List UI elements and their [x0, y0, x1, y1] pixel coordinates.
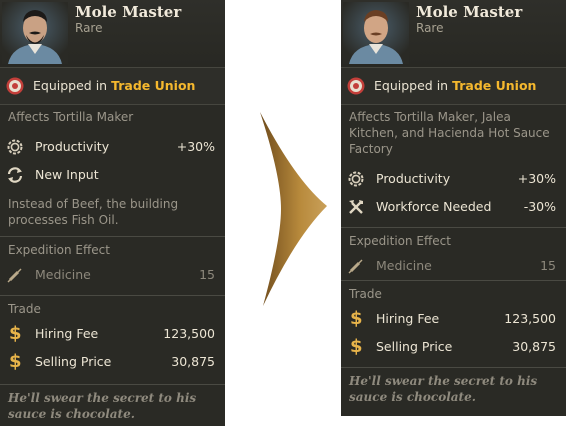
equipped-prefix: Equipped in	[33, 78, 112, 93]
specialist-rarity: Rare	[75, 21, 103, 35]
effect-row-new-input: New Input	[0, 161, 225, 189]
specialist-card-after: Mole Master Rare Equipped in Trade Union…	[341, 0, 566, 416]
portrait-avatar	[2, 2, 68, 64]
expedition-section: Expedition Effect Medicine 15	[341, 227, 566, 280]
equipped-text: Equipped in Trade Union	[374, 78, 536, 93]
trade-row-hiring-fee: $ Hiring Fee 123,500	[341, 305, 566, 333]
expedition-title: Expedition Effect	[349, 234, 451, 248]
trade-union-badge-icon	[6, 77, 24, 95]
trade-title: Trade	[8, 302, 41, 316]
expedition-label: Medicine	[376, 258, 432, 273]
trade-union-badge-icon	[347, 77, 365, 95]
trade-row-hiring-fee: $ Hiring Fee 123,500	[0, 320, 225, 348]
trade-value: 30,875	[512, 339, 556, 354]
trade-section: Trade $ Hiring Fee 123,500 $ Selling Pri…	[0, 295, 225, 376]
expedition-row-medicine: Medicine 15	[0, 261, 225, 289]
affects-text: Affects Tortilla Maker, Jalea Kitchen, a…	[349, 110, 550, 156]
trade-label: Selling Price	[376, 339, 453, 354]
expedition-label: Medicine	[35, 267, 91, 282]
trade-label: Hiring Fee	[35, 326, 99, 341]
flavor-quote: He'll swear the secret to his sauce is c…	[341, 367, 566, 410]
expedition-value: 15	[540, 258, 556, 273]
specialist-name: Mole Master	[75, 3, 182, 21]
expedition-title: Expedition Effect	[8, 243, 110, 257]
portrait-avatar	[343, 2, 409, 64]
expedition-row-medicine: Medicine 15	[341, 252, 566, 280]
card-header: Mole Master Rare	[341, 0, 566, 67]
dollar-icon: $	[350, 336, 363, 357]
trade-value: 30,875	[171, 354, 215, 369]
effect-label: Productivity	[35, 139, 110, 154]
specialist-card-before: Mole Master Rare Equipped in Trade Union…	[0, 0, 225, 426]
trade-value: 123,500	[163, 326, 215, 341]
new-input-cycle-icon	[7, 167, 23, 183]
equipped-building-link[interactable]: Trade Union	[452, 78, 536, 93]
effect-row-workforce: Workforce Needed -30%	[341, 193, 566, 221]
input-note-text: Instead of Beef, the building processes …	[8, 197, 179, 227]
equipped-row: Equipped in Trade Union	[341, 67, 566, 105]
dollar-icon: $	[350, 308, 363, 329]
specialist-name: Mole Master	[416, 3, 523, 21]
effect-value: -30%	[523, 199, 556, 214]
trade-title: Trade	[349, 287, 382, 301]
flavor-quote: He'll swear the secret to his sauce is c…	[0, 384, 225, 426]
expedition-section: Expedition Effect Medicine 15	[0, 236, 225, 289]
trade-section: Trade $ Hiring Fee 123,500 $ Selling Pri…	[341, 280, 566, 361]
trade-row-selling-price: $ Selling Price 30,875	[0, 348, 225, 376]
trade-row-selling-price: $ Selling Price 30,875	[341, 333, 566, 361]
effect-label: Productivity	[376, 171, 451, 186]
effect-row-productivity: Productivity +30%	[0, 133, 225, 161]
effect-label: Workforce Needed	[376, 199, 492, 214]
effect-row-productivity: Productivity +30%	[341, 165, 566, 193]
effect-label: New Input	[35, 167, 99, 182]
card-header: Mole Master Rare	[0, 0, 225, 67]
affects-text: Affects Tortilla Maker	[8, 110, 134, 124]
productivity-gear-icon	[348, 171, 364, 187]
equipped-row: Equipped in Trade Union	[0, 67, 225, 105]
dollar-icon: $	[9, 351, 22, 372]
transition-arrow-icon	[260, 112, 327, 306]
equipped-building-link[interactable]: Trade Union	[111, 78, 195, 93]
effect-value: +30%	[517, 171, 556, 186]
trade-value: 123,500	[504, 311, 556, 326]
workforce-tools-icon	[349, 200, 363, 214]
equipped-text: Equipped in Trade Union	[33, 78, 195, 93]
equipped-prefix: Equipped in	[374, 78, 453, 93]
effect-value: +30%	[176, 139, 215, 154]
expedition-value: 15	[199, 267, 215, 282]
medicine-syringe-icon	[348, 259, 363, 274]
trade-label: Selling Price	[35, 354, 112, 369]
medicine-syringe-icon	[7, 268, 22, 283]
productivity-gear-icon	[7, 139, 23, 155]
dollar-icon: $	[9, 323, 22, 344]
trade-label: Hiring Fee	[376, 311, 440, 326]
specialist-rarity: Rare	[416, 21, 444, 35]
